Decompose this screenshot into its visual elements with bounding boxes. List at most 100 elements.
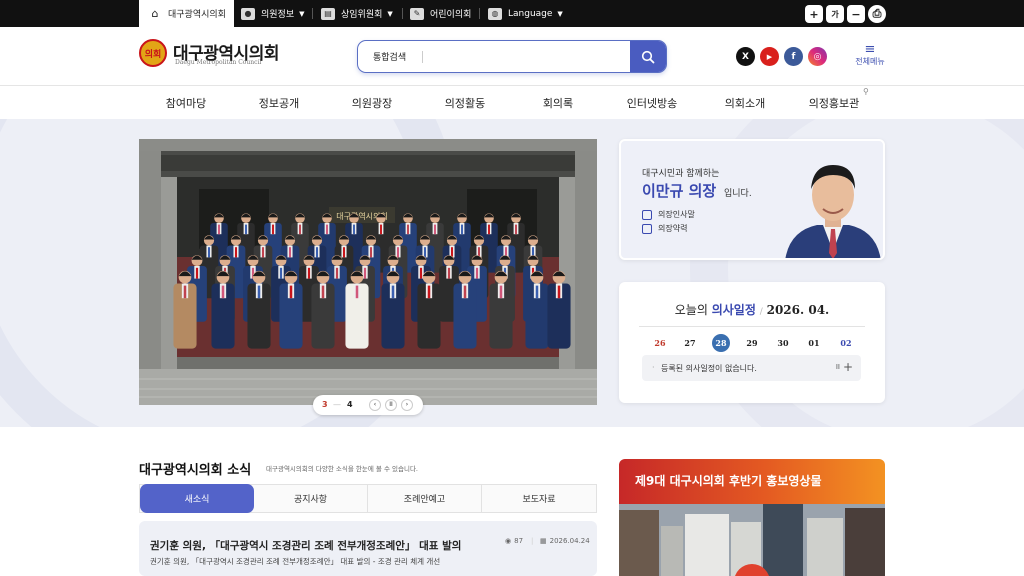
divider bbox=[639, 326, 865, 327]
search-icon bbox=[641, 50, 655, 63]
bullet-icon: · bbox=[652, 363, 655, 372]
person-tie bbox=[515, 224, 517, 235]
day-5[interactable]: 01 bbox=[805, 334, 823, 352]
news-item[interactable]: 권기훈 의원, 「대구광역시 조경관리 조례 전부개정조례안」 대표 발의 ◉ 8… bbox=[139, 521, 597, 576]
nav-member-square[interactable]: 의원광장 bbox=[352, 95, 392, 111]
search-box: 통합검색 bbox=[357, 40, 667, 73]
print-button[interactable]: ⎙ bbox=[868, 5, 886, 23]
person-tie bbox=[419, 267, 423, 279]
search-button[interactable] bbox=[630, 41, 666, 72]
zoom-out-button[interactable]: − bbox=[847, 5, 865, 23]
person-tie bbox=[321, 285, 325, 299]
person-tie bbox=[363, 267, 367, 279]
person-tie bbox=[380, 224, 382, 235]
utility-bar: ⌂ 대구광역시의회 ● 의원정보 ▼ ▤ 상임위원회 ▼ ✎ 어린이의회 ◍ Lan… bbox=[0, 0, 1024, 27]
person-tie bbox=[557, 285, 561, 299]
person-tie bbox=[463, 285, 467, 299]
schedule-empty-message: 등록된 의사일정이 없습니다. bbox=[661, 364, 757, 373]
person-tie bbox=[475, 267, 479, 279]
home-link[interactable]: ⌂ 대구광역시의회 bbox=[139, 0, 234, 27]
tab-notices[interactable]: 공지사항 bbox=[254, 485, 368, 512]
nav-activities[interactable]: 의정활동 bbox=[445, 95, 485, 111]
nav-participation[interactable]: 참여마당 bbox=[166, 95, 206, 111]
chairman-greeting-link[interactable]: 의장인사말 bbox=[642, 209, 695, 220]
person-tie bbox=[218, 224, 220, 235]
more-icon[interactable]: + bbox=[843, 360, 853, 374]
person-tie bbox=[427, 285, 431, 299]
book-icon: ▤ bbox=[321, 7, 335, 20]
youtube-icon[interactable]: ▶ bbox=[760, 47, 779, 66]
main-nav: 참여마당 정보공개 의원광장 의정활동 회의록 인터넷방송 의회소개 의정홍보관… bbox=[0, 87, 1024, 118]
promo-title: 제9대 대구시의회 후반기 홍보영상물 bbox=[635, 474, 822, 488]
day-today[interactable]: 28 bbox=[712, 334, 730, 352]
next-slide-icon[interactable]: › bbox=[401, 399, 413, 411]
nav-about[interactable]: 의회소개 bbox=[725, 95, 765, 111]
promo-video-card[interactable]: 제9대 대구시의회 후반기 홍보영상물 bbox=[619, 459, 885, 576]
day-4[interactable]: 30 bbox=[774, 334, 792, 352]
menu-language[interactable]: ◍ Language ▼ bbox=[488, 0, 563, 27]
person-tie bbox=[299, 224, 301, 235]
chairman-intro: 대구시민과 함께하는 bbox=[642, 169, 720, 179]
all-menu-button[interactable]: ≡ 전체메뉴 bbox=[852, 43, 888, 67]
chairman-name[interactable]: 이만규 의장 bbox=[642, 180, 716, 201]
schedule-list: · 등록된 의사일정이 없습니다. II + bbox=[642, 355, 861, 381]
tab-ordinance-notice[interactable]: 조례안예고 bbox=[368, 485, 482, 512]
zoom-in-button[interactable]: + bbox=[805, 5, 823, 23]
person-tie bbox=[288, 247, 292, 258]
day-0[interactable]: 26 bbox=[651, 334, 669, 352]
chairman-profile-label: 의장약력 bbox=[658, 224, 688, 233]
pencil-icon: ✎ bbox=[410, 7, 424, 20]
instagram-icon[interactable]: ◎ bbox=[808, 47, 827, 66]
chairman-suffix: 입니다. bbox=[724, 189, 752, 199]
person-tie bbox=[279, 267, 283, 279]
schedule-title: 오늘의 의사일정 / 2026. 04. bbox=[619, 301, 885, 318]
nav-minutes[interactable]: 회의록 bbox=[543, 95, 573, 111]
all-menu-label: 전체메뉴 bbox=[855, 57, 885, 66]
meta-divider: | bbox=[531, 537, 534, 545]
tab-press-release[interactable]: 보도자료 bbox=[482, 485, 596, 512]
person-tie bbox=[234, 247, 238, 258]
prev-slide-icon[interactable]: ‹ bbox=[369, 399, 381, 411]
divider bbox=[312, 8, 313, 19]
news-item-title[interactable]: 권기훈 의원, 「대구광역시 조경관리 조례 전부개정조례안」 대표 발의 bbox=[150, 538, 480, 553]
search-divider bbox=[422, 51, 423, 63]
day-6[interactable]: 02 bbox=[837, 334, 855, 352]
x-twitter-icon[interactable]: X bbox=[736, 47, 755, 66]
chairman-profile-link[interactable]: 의장약력 bbox=[642, 223, 687, 234]
caret-down-icon: ▼ bbox=[299, 9, 305, 18]
news-section-desc: 대구광역시의회의 다양한 소식을 한눈에 볼 수 있습니다. bbox=[266, 465, 419, 473]
site-header: 의회 대구광역시의회 Daegu Metropolitan Council 통합… bbox=[0, 27, 1024, 86]
search-input[interactable] bbox=[428, 44, 628, 69]
nav-broadcast[interactable]: 인터넷방송 bbox=[627, 95, 678, 111]
tab-news[interactable]: 새소식 bbox=[140, 484, 254, 513]
person-tie bbox=[261, 247, 265, 258]
news-tabs: 새소식 공지사항 조례안예고 보도자료 bbox=[139, 484, 597, 513]
slider-pager: 3 — 4 ‹ II › bbox=[313, 395, 423, 415]
menu-children-council[interactable]: ✎ 어린이의회 bbox=[410, 0, 471, 27]
facebook-icon[interactable]: f bbox=[784, 47, 803, 66]
council-logo-icon[interactable]: 의회 bbox=[139, 39, 167, 67]
nav-promotion[interactable]: 의정홍보관 bbox=[809, 95, 860, 111]
small-search-icon[interactable]: ⚲ bbox=[863, 87, 869, 96]
day-3[interactable]: 29 bbox=[743, 334, 761, 352]
person-tie bbox=[353, 224, 355, 235]
font-size-button[interactable]: 가 bbox=[826, 5, 844, 23]
pause-icon[interactable]: II bbox=[836, 363, 840, 371]
person-tie bbox=[447, 267, 451, 279]
day-1[interactable]: 27 bbox=[681, 334, 699, 352]
person-tie bbox=[535, 285, 539, 299]
menu-member-info[interactable]: ● 의원정보 ▼ bbox=[241, 0, 305, 27]
menu-member-info-label: 의원정보 bbox=[261, 10, 295, 20]
home-icon: ⌂ bbox=[151, 7, 159, 20]
person-tie bbox=[434, 224, 436, 235]
pause-slide-icon[interactable]: II bbox=[385, 399, 397, 411]
person-tie bbox=[221, 285, 225, 299]
person-tie bbox=[245, 224, 247, 235]
nav-info-disclosure[interactable]: 정보공개 bbox=[259, 95, 299, 111]
calendar-icon: ▦ bbox=[540, 537, 547, 545]
menu-committee[interactable]: ▤ 상임위원회 ▼ bbox=[321, 0, 393, 27]
person-tie bbox=[461, 224, 463, 235]
title-separator: / bbox=[759, 307, 763, 317]
date-meta: ▦ 2026.04.24 bbox=[540, 537, 590, 545]
hero-photo[interactable]: 대구광역시의회 bbox=[139, 139, 597, 405]
